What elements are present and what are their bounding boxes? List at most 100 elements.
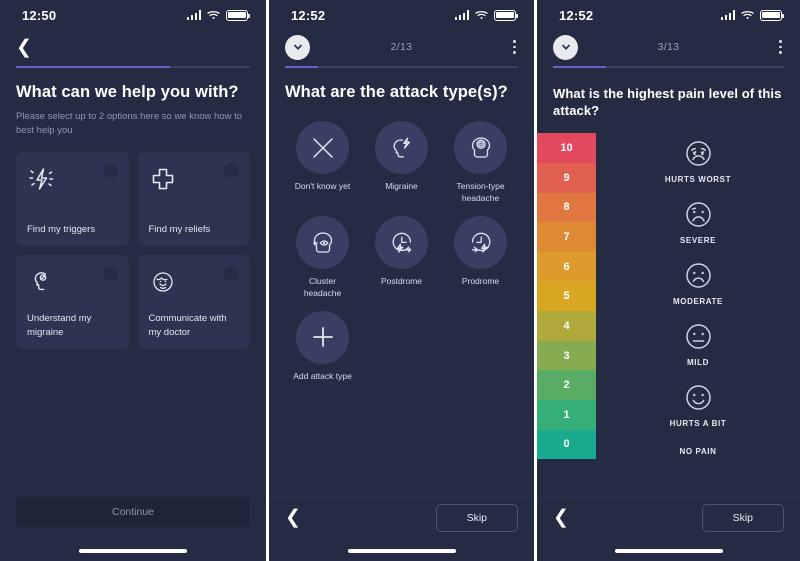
card-select-radio[interactable] (102, 162, 118, 178)
attack-option-add-attack-type[interactable]: Add attack type (283, 310, 362, 382)
footer-bar: ❮ Skip (537, 497, 800, 537)
attack-type-grid: Don't know yet Migraine Tension-type hea… (269, 103, 534, 382)
attack-option-cluster-headache[interactable]: Cluster headache (283, 216, 362, 299)
back-button[interactable]: ❮ (553, 508, 569, 527)
card-select-radio[interactable] (224, 265, 239, 281)
pain-level-1[interactable]: 1 (537, 400, 596, 430)
card-communicate-with-my-doctor[interactable]: Communicate with my doctor (137, 254, 250, 349)
plus-icon (296, 310, 349, 364)
card-find-my-reliefs[interactable]: Find my reliefs (137, 151, 250, 246)
progress-bar-fill (553, 66, 607, 68)
pain-face-mild[interactable]: MILD (596, 320, 800, 367)
pain-face-label: NO PAIN (679, 447, 717, 457)
continue-button[interactable]: Continue (16, 497, 250, 527)
pain-level-7[interactable]: 7 (537, 222, 596, 252)
attack-option-label: Add attack type (293, 370, 352, 381)
attack-option-migraine[interactable]: Migraine (362, 121, 441, 204)
progress-track (16, 66, 250, 68)
status-bar: 12:52 (537, 0, 800, 30)
skip-button[interactable]: Skip (435, 503, 518, 532)
page-title: What are the attack type(s)? (285, 83, 508, 101)
attack-option-label: Prodrome (461, 276, 500, 287)
pain-face-label: MODERATE (673, 297, 723, 307)
nav-bar: ❮ (0, 30, 266, 64)
pain-scale-area: 10 9 8 7 6 5 4 3 2 1 0 HURTS WORST SEVER… (537, 119, 800, 460)
screenshot-panels: 12:50 ❮ What can we help you with? Pleas… (0, 0, 800, 561)
pain-level-0[interactable]: 0 (537, 429, 596, 460)
footer: Continue (0, 497, 266, 561)
head-eye-icon (296, 216, 349, 270)
page-subtitle: Please select up to 2 options here so we… (16, 111, 243, 136)
pain-face-hurts-worst[interactable]: HURTS WORST (596, 137, 800, 184)
pain-level-3[interactable]: 3 (537, 340, 596, 371)
status-bar: 12:50 (0, 0, 266, 30)
card-understand-my-migraine[interactable]: Understand my migraine (16, 254, 129, 349)
home-indicator (614, 549, 723, 553)
footer-bar: ❮ Skip (269, 497, 534, 537)
signal-bars-icon (186, 10, 201, 20)
footer: ❮ Skip (269, 497, 534, 561)
pain-level-2[interactable]: 2 (537, 370, 596, 401)
chevron-down-circle-icon[interactable] (553, 34, 578, 60)
progress-track (285, 66, 518, 68)
kebab-menu-icon[interactable] (511, 36, 518, 57)
attack-option-tension-type-headache[interactable]: Tension-type headache (441, 121, 520, 204)
screen-pain-level: 12:52 3/13 What is the highest pain leve… (537, 0, 800, 561)
pain-level-10[interactable]: 10 (537, 133, 596, 163)
status-indicators (720, 9, 785, 21)
attack-option-label: Postdrome (380, 276, 423, 287)
status-bar: 12:52 (269, 0, 534, 30)
signal-bars-icon (454, 10, 469, 20)
chevron-down-circle-icon[interactable] (285, 34, 310, 60)
pain-face-label: MILD (687, 358, 709, 368)
screen-attack-types: 12:52 2/13 What are the attack type(s)? … (269, 0, 534, 561)
attack-option-label: Cluster headache (303, 276, 342, 298)
pain-level-6[interactable]: 6 (537, 251, 596, 282)
pain-level-5[interactable]: 5 (537, 281, 596, 312)
progress-bar-fill (285, 66, 318, 68)
footer: ❮ Skip (537, 497, 800, 561)
pain-level-4[interactable]: 4 (537, 311, 596, 341)
pain-face-moderate[interactable]: MODERATE (596, 259, 800, 306)
pain-face-severe[interactable]: SEVERE (596, 198, 800, 245)
status-clock: 12:50 (22, 7, 57, 23)
card-select-radio[interactable] (102, 265, 118, 281)
attack-option-dont-know-yet[interactable]: Don't know yet (283, 121, 362, 204)
page-title: What is the highest pain level of this a… (553, 86, 782, 118)
battery-icon (760, 9, 785, 21)
status-clock: 12:52 (559, 7, 594, 23)
pain-face-no-pain[interactable]: NO PAIN (596, 442, 800, 456)
page-title: What can we help you with? (16, 83, 239, 101)
signal-bars-icon (720, 10, 735, 20)
skip-button[interactable]: Skip (701, 503, 784, 532)
status-indicators (454, 9, 519, 21)
home-indicator (79, 549, 187, 553)
back-button[interactable]: ❮ (16, 38, 32, 57)
status-clock: 12:52 (291, 7, 326, 23)
back-button[interactable]: ❮ (285, 508, 301, 527)
pain-face-legend: HURTS WORST SEVERE MODERATE MILD HURTS A… (596, 133, 800, 459)
card-label: Communicate with my doctor (148, 313, 227, 338)
attack-option-label: Don't know yet (294, 181, 351, 192)
pain-face-label: HURTS A BIT (669, 419, 727, 429)
card-find-my-triggers[interactable]: Find my triggers (16, 151, 129, 246)
battery-icon (494, 9, 519, 21)
clock-bolt-before-icon (454, 216, 507, 270)
attack-option-label: Migraine (385, 181, 418, 192)
pain-face-hurts-a-bit[interactable]: HURTS A BIT (596, 381, 800, 428)
card-select-radio[interactable] (224, 162, 239, 178)
card-label: Find my triggers (27, 223, 96, 235)
pain-level-9[interactable]: 9 (537, 162, 596, 193)
pain-face-label: SEVERE (679, 236, 717, 246)
help-options-grid: Find my triggers Find my reliefs Underst… (0, 138, 266, 349)
nav-bar: 2/13 (269, 30, 534, 64)
x-cross-icon (296, 121, 349, 175)
nav-bar: 3/13 (537, 30, 800, 64)
kebab-menu-icon[interactable] (777, 36, 784, 57)
attack-option-prodrome[interactable]: Prodrome (441, 216, 520, 299)
wifi-icon (207, 10, 220, 20)
battery-icon (226, 9, 251, 21)
head-bolt-icon (375, 121, 428, 175)
attack-option-postdrome[interactable]: Postdrome (362, 216, 441, 299)
pain-level-8[interactable]: 8 (537, 192, 596, 223)
